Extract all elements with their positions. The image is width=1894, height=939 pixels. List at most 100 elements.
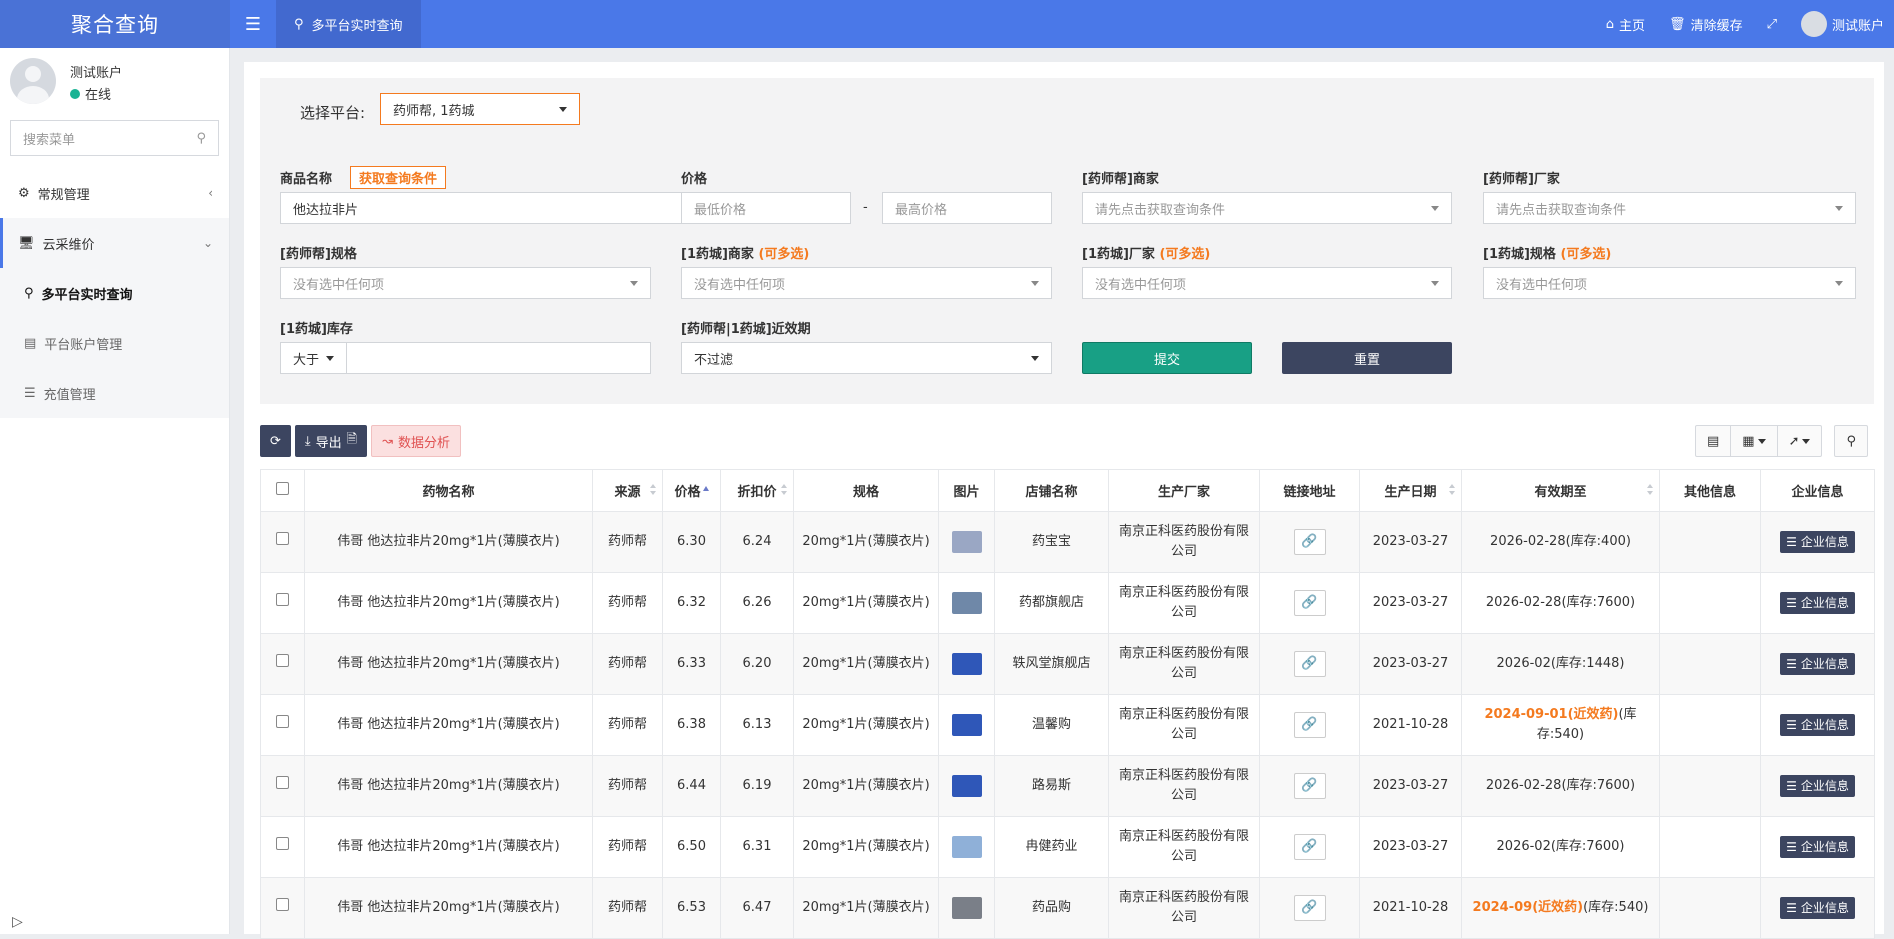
link-button[interactable]: 🔗 [1293, 773, 1326, 799]
product-thumbnail[interactable] [951, 775, 982, 797]
col-header-maker: 生产厂家 [1108, 469, 1260, 512]
corp-info-button[interactable]: ☰ 企业信息 [1780, 653, 1855, 675]
select-all-checkbox[interactable] [276, 482, 289, 495]
price-label: 价格 [681, 172, 708, 187]
col-header-prod-date[interactable]: 生产日期 [1359, 469, 1462, 512]
corp-info-button[interactable]: ☰ 企业信息 [1780, 714, 1855, 736]
product-thumbnail[interactable] [951, 592, 982, 614]
col-header-expiry[interactable]: 有效期至 [1461, 469, 1660, 512]
link-icon: 🔗 [1301, 656, 1318, 671]
ysb-factory-select[interactable]: 请先点击获取查询条件 [1483, 192, 1856, 224]
row-checkbox[interactable] [276, 776, 289, 789]
row-checkbox[interactable] [276, 593, 289, 606]
stock-value-input[interactable] [346, 342, 651, 374]
corp-info-button[interactable]: ☰ 企业信息 [1780, 592, 1855, 614]
product-thumbnail[interactable] [951, 653, 982, 675]
cell-name: 伟哥 他达拉非片20mg*1片(薄膜衣片) [304, 572, 593, 634]
row-checkbox-cell[interactable] [260, 511, 305, 573]
home-link[interactable]: ⌂ 主页 [1606, 15, 1645, 34]
cell-price: 6.33 [662, 633, 721, 695]
platform-select[interactable]: 药师帮, 1药城 [380, 93, 580, 125]
yyc-merchant-select[interactable]: 没有选中任何项 [681, 267, 1052, 299]
row-checkbox[interactable] [276, 837, 289, 850]
product-thumbnail[interactable] [951, 836, 982, 858]
menu-toggle-icon[interactable]: ☰ [230, 0, 276, 48]
row-checkbox[interactable] [276, 898, 289, 911]
ysb-spec-select[interactable]: 没有选中任何项 [280, 267, 651, 299]
cell-maker: 南京正科医药股份有限公司 [1108, 572, 1260, 634]
cell-image [938, 633, 995, 695]
cell-prod-date: 2023-03-27 [1359, 755, 1462, 817]
menu-search-input[interactable]: 搜索菜单 ⚲ [10, 120, 219, 156]
stock-operator-select[interactable]: 大于 [280, 342, 347, 374]
columns-dropdown-button[interactable]: ▦ [1731, 426, 1778, 456]
table-search-button[interactable]: ⚲ [1835, 426, 1867, 456]
clear-cache-link[interactable]: 🗑 清除缓存 [1669, 15, 1743, 34]
corp-info-button[interactable]: ☰ 企业信息 [1780, 897, 1855, 919]
row-checkbox[interactable] [276, 532, 289, 545]
user-panel: 测试账户 在线 [0, 48, 229, 120]
fetch-conditions-button[interactable]: 获取查询条件 [350, 166, 447, 189]
row-checkbox[interactable] [276, 715, 289, 728]
product-name-input[interactable]: 他达拉非片 [280, 192, 685, 224]
row-checkbox-cell[interactable] [260, 572, 305, 634]
sidebar-item-general[interactable]: ⚙ 常规管理 ‹ [0, 168, 229, 218]
col-header-discount[interactable]: 折扣价 [720, 469, 794, 512]
account-menu[interactable]: 测试账户 [1800, 11, 1884, 37]
export-dropdown-button[interactable]: ➚ [1778, 426, 1822, 456]
sidebar-collapse-icon[interactable]: ▷ [12, 914, 23, 930]
tab-multi-platform-query[interactable]: ⚲ 多平台实时查询 [276, 0, 421, 48]
yyc-spec-select[interactable]: 没有选中任何项 [1483, 267, 1856, 299]
export-button[interactable]: ⤓ 导出 🗎 [294, 425, 368, 457]
row-checkbox-cell[interactable] [260, 816, 305, 878]
price-separator: - [863, 200, 868, 215]
min-price-input[interactable]: 最低价格 [681, 192, 851, 224]
link-button[interactable]: 🔗 [1293, 834, 1326, 860]
col-header-price[interactable]: 价格 [662, 469, 721, 512]
yyc-factory-select[interactable]: 没有选中任何项 [1082, 267, 1452, 299]
select-placeholder: 没有选中任何项 [1095, 277, 1187, 293]
ysb-merchant-select[interactable]: 请先点击获取查询条件 [1082, 192, 1452, 224]
reset-button[interactable]: 重置 [1282, 342, 1452, 374]
corp-info-button[interactable]: ☰ 企业信息 [1780, 836, 1855, 858]
select-all-checkbox-cell[interactable] [260, 469, 305, 512]
refresh-button[interactable]: ⟳ [260, 425, 291, 457]
corp-info-label: 企业信息 [1800, 779, 1849, 793]
fullscreen-button[interactable]: ⤢ [1767, 17, 1777, 32]
link-button[interactable]: 🔗 [1293, 712, 1326, 738]
product-thumbnail[interactable] [951, 714, 982, 736]
cell-shop: 温馨购 [994, 694, 1109, 756]
cell-discount: 6.24 [720, 511, 794, 573]
sidebar-item-cloud-price[interactable]: 🖥 云采维价 ⌄ [0, 218, 229, 268]
col-header-source[interactable]: 来源 [592, 469, 663, 512]
sidebar-item-multi-platform[interactable]: ⚲ 多平台实时查询 [0, 268, 229, 318]
link-button[interactable]: 🔗 [1293, 651, 1326, 677]
link-button[interactable]: 🔗 [1293, 590, 1326, 616]
sidebar-item-recharge[interactable]: ☰ 充值管理 [0, 368, 229, 418]
sidebar-item-platform-accounts[interactable]: ▤ 平台账户管理 [0, 318, 229, 368]
cell-spec: 20mg*1片(薄膜衣片) [793, 633, 939, 695]
cell-source: 药师帮 [592, 877, 663, 939]
link-button[interactable]: 🔗 [1293, 895, 1326, 921]
row-checkbox[interactable] [276, 654, 289, 667]
row-checkbox-cell[interactable] [260, 877, 305, 939]
expiry-filter-select[interactable]: 不过滤 [681, 342, 1052, 374]
cell-source: 药师帮 [592, 633, 663, 695]
product-name-label: 商品名称 [280, 172, 333, 187]
toggle-card-view-button[interactable]: ▤ [1696, 426, 1732, 456]
row-checkbox-cell[interactable] [260, 633, 305, 695]
row-checkbox-cell[interactable] [260, 755, 305, 817]
link-button[interactable]: 🔗 [1293, 529, 1326, 555]
submit-button[interactable]: 提交 [1082, 342, 1252, 374]
brand-logo[interactable]: 聚合查询 [0, 0, 230, 48]
corp-info-button[interactable]: ☰ 企业信息 [1780, 531, 1855, 553]
product-thumbnail[interactable] [951, 531, 982, 553]
corp-info-button[interactable]: ☰ 企业信息 [1780, 775, 1855, 797]
row-checkbox-cell[interactable] [260, 694, 305, 756]
max-price-input[interactable]: 最高价格 [882, 192, 1052, 224]
product-thumbnail[interactable] [951, 897, 982, 919]
label-text: [1药城]厂家 [1082, 247, 1155, 262]
export-label: 导出 [315, 435, 342, 451]
cell-expiry: 2024-09-01(近效药)(库存:540) [1461, 694, 1660, 756]
data-analysis-button[interactable]: ↝ 数据分析 [371, 425, 462, 457]
